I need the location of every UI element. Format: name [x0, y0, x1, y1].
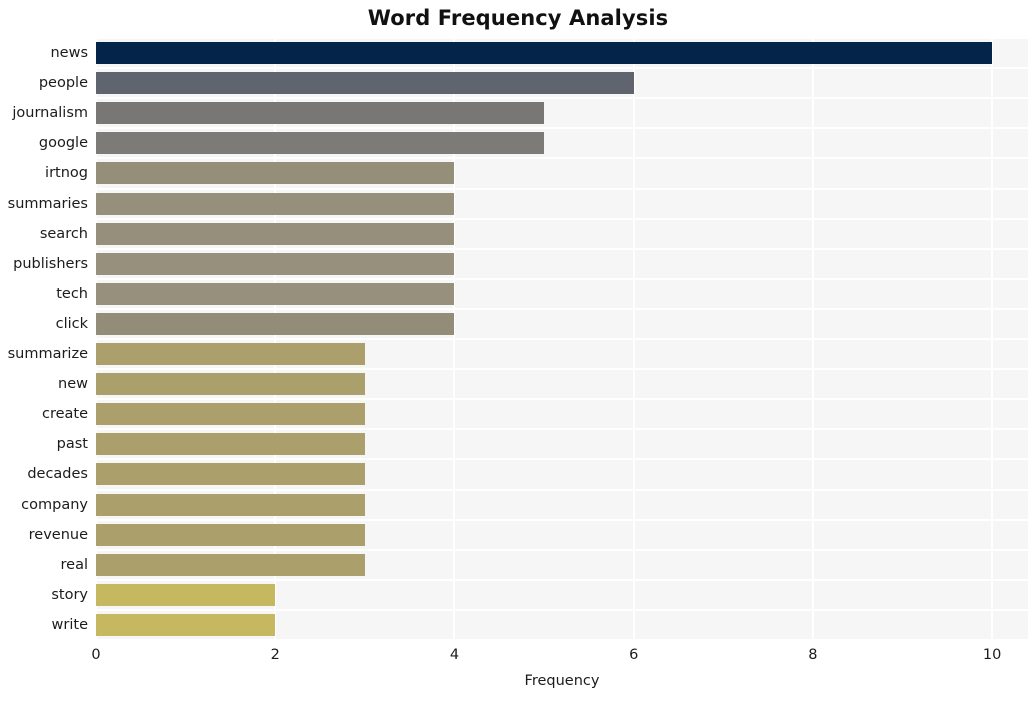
bar	[96, 493, 365, 516]
x-axis-tick-label: 6	[629, 647, 639, 663]
bar	[96, 523, 365, 546]
bar	[96, 132, 545, 155]
bar	[96, 42, 993, 65]
gridline-horizontal	[96, 458, 1028, 461]
y-axis-tick-label: publishers	[13, 255, 88, 272]
gridline-horizontal	[96, 639, 1028, 641]
bar	[96, 433, 365, 456]
gridline-horizontal	[96, 277, 1028, 280]
gridline-horizontal	[96, 518, 1028, 521]
gridline-horizontal	[96, 338, 1028, 340]
bar	[96, 72, 634, 95]
x-axis-tick-label: 8	[808, 647, 818, 663]
bar	[96, 192, 455, 215]
bar	[96, 583, 276, 606]
gridline-horizontal	[96, 157, 1028, 160]
x-axis-title: Frequency	[524, 673, 600, 689]
gridline-horizontal	[96, 488, 1028, 491]
bar	[96, 463, 365, 486]
y-axis-tick-label: decades	[27, 466, 88, 483]
y-axis-tick-label: revenue	[28, 526, 88, 543]
gridline-horizontal	[96, 368, 1028, 371]
gridline-horizontal	[96, 608, 1028, 611]
y-axis-tick-label: click	[55, 315, 88, 332]
y-axis-tick-label: create	[41, 406, 88, 423]
y-axis-tick-label: write	[51, 616, 88, 633]
bar	[96, 162, 455, 185]
gridline-horizontal	[96, 247, 1028, 250]
y-axis-tick-label: search	[39, 225, 88, 242]
gridline-horizontal	[96, 67, 1028, 70]
gridline-horizontal	[96, 97, 1028, 100]
y-axis-tick-label: journalism	[12, 105, 88, 122]
bar	[96, 282, 455, 305]
gridline-horizontal	[96, 578, 1028, 581]
y-axis-tick-label: past	[56, 436, 88, 453]
bar	[96, 343, 365, 366]
gridline-horizontal	[96, 428, 1028, 431]
gridline-horizontal	[96, 398, 1028, 401]
x-axis-tick-labels: 0 2 4 6 8 10	[0, 645, 1036, 669]
chart-figure: Word Frequency Analysis news people journa…	[0, 0, 1036, 701]
y-axis-tick-label: real	[60, 556, 88, 573]
gridline-horizontal	[96, 548, 1028, 551]
gridline-horizontal	[96, 37, 1028, 39]
y-axis-tick-label: summarize	[7, 346, 88, 363]
x-axis-tick-label: 10	[982, 647, 1002, 663]
bar	[96, 252, 455, 275]
y-axis-tick-label: google	[38, 135, 88, 152]
gridline-horizontal	[96, 127, 1028, 130]
y-axis-tick-label: news	[50, 45, 88, 62]
x-axis-tick-label: 0	[91, 647, 101, 663]
gridline-horizontal	[96, 307, 1028, 310]
bar	[96, 553, 365, 576]
bar	[96, 222, 455, 245]
x-axis-tick-label: 2	[270, 647, 280, 663]
y-axis-tick-label: story	[51, 586, 88, 603]
bar	[96, 373, 365, 396]
y-axis-tick-label: people	[38, 75, 88, 92]
chart-title: Word Frequency Analysis	[367, 6, 669, 30]
bar	[96, 403, 365, 426]
gridline-horizontal	[96, 217, 1028, 220]
bar	[96, 613, 276, 636]
y-axis-tick-label: summaries	[7, 195, 88, 212]
bar	[96, 102, 545, 125]
gridline-horizontal	[96, 187, 1028, 190]
y-axis-tick-label: new	[58, 376, 88, 393]
bar	[96, 312, 455, 335]
y-axis-tick-label: irtnog	[45, 165, 88, 182]
plot-area	[95, 37, 1028, 641]
x-axis-tick-label: 4	[449, 647, 460, 663]
y-axis-tick-label: company	[21, 496, 88, 513]
y-axis-tick-label: tech	[56, 285, 88, 302]
